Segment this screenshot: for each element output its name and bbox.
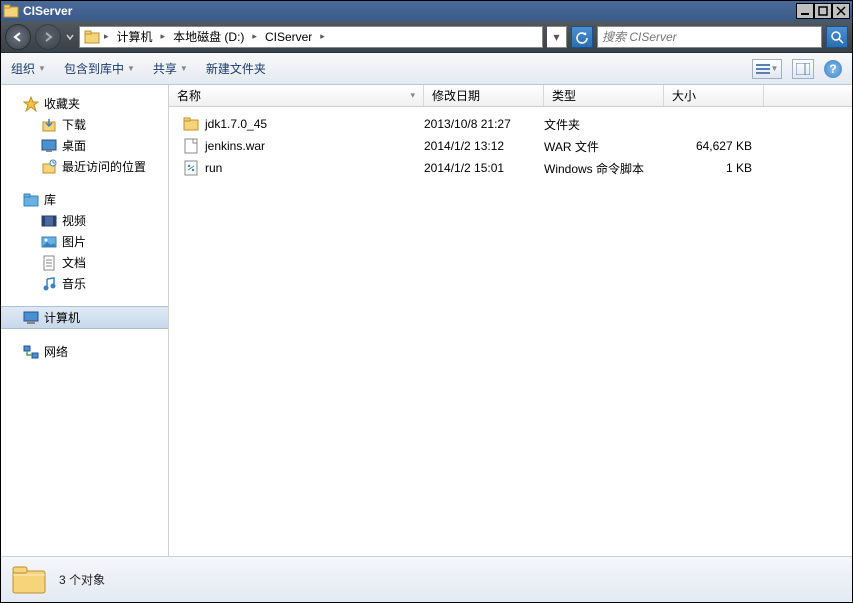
breadcrumb-computer[interactable]: 计算机 (113, 27, 157, 46)
organize-menu[interactable]: 组织▼ (11, 60, 46, 77)
share-menu[interactable]: 共享▼ (153, 60, 188, 77)
column-type[interactable]: 类型 (544, 85, 664, 106)
status-text: 3 个对象 (59, 571, 105, 588)
breadcrumb-folder[interactable]: CIServer (261, 29, 316, 45)
downloads-icon (41, 117, 57, 133)
folder-icon (3, 3, 19, 19)
sidebar: 收藏夹 下载 桌面 最近访问的位置 库 视频 图片 文档 音乐 计算机 网络 (1, 85, 169, 556)
recent-icon (41, 159, 57, 175)
column-size[interactable]: 大小 (664, 85, 764, 106)
sidebar-music[interactable]: 音乐 (1, 273, 168, 294)
sidebar-pictures[interactable]: 图片 (1, 231, 168, 252)
sidebar-network[interactable]: 网络 (1, 341, 168, 362)
status-bar: 3 个对象 (1, 556, 852, 602)
column-name[interactable]: 名称▾ (169, 85, 424, 106)
pictures-icon (41, 234, 57, 250)
network-icon (23, 344, 39, 360)
minimize-button[interactable] (796, 3, 814, 19)
nav-bar: ▸ 计算机 ▸ 本地磁盘 (D:) ▸ CIServer ▸ ▾ (1, 21, 852, 53)
videos-icon (41, 213, 57, 229)
breadcrumb-disk[interactable]: 本地磁盘 (D:) (169, 27, 248, 46)
chevron-right-icon[interactable]: ▸ (161, 31, 166, 42)
chevron-right-icon[interactable]: ▸ (320, 31, 325, 42)
file-size: 64,627 KB (664, 139, 764, 153)
folder-icon (183, 116, 199, 132)
help-button[interactable]: ? (824, 60, 842, 78)
column-date[interactable]: 修改日期 (424, 85, 544, 106)
star-icon (23, 96, 39, 112)
window-title: CIServer (23, 4, 796, 18)
file-date: 2014/1/2 13:12 (424, 139, 544, 153)
file-row[interactable]: run 2014/1/2 15:01Windows 命令脚本1 KB (169, 157, 852, 179)
preview-pane-button[interactable] (792, 59, 814, 79)
sidebar-desktop[interactable]: 桌面 (1, 135, 168, 156)
chevron-right-icon[interactable]: ▸ (252, 31, 257, 42)
folder-icon (84, 29, 100, 45)
sidebar-recent[interactable]: 最近访问的位置 (1, 156, 168, 177)
file-row[interactable]: jdk1.7.0_45 2013/10/8 21:27文件夹 (169, 113, 852, 135)
forward-button[interactable] (35, 24, 61, 50)
maximize-button[interactable] (814, 3, 832, 19)
script-icon (183, 160, 199, 176)
toolbar: 组织▼ 包含到库中▼ 共享▼ 新建文件夹 ▼ ? (1, 53, 852, 85)
refresh-button[interactable] (571, 26, 593, 48)
music-icon (41, 276, 57, 292)
view-options-button[interactable]: ▼ (752, 59, 782, 79)
file-date: 2013/10/8 21:27 (424, 117, 544, 131)
desktop-icon (41, 138, 57, 154)
computer-icon (23, 310, 39, 326)
search-button[interactable] (826, 26, 848, 48)
address-bar[interactable]: ▸ 计算机 ▸ 本地磁盘 (D:) ▸ CIServer ▸ (79, 26, 543, 48)
history-dropdown-icon[interactable] (65, 30, 75, 44)
folder-icon (11, 563, 47, 597)
sidebar-downloads[interactable]: 下载 (1, 114, 168, 135)
file-type: WAR 文件 (544, 138, 664, 155)
file-row[interactable]: jenkins.war 2014/1/2 13:12WAR 文件64,627 KB (169, 135, 852, 157)
address-dropdown[interactable]: ▾ (547, 26, 567, 48)
file-rows: jdk1.7.0_45 2013/10/8 21:27文件夹 jenkins.war… (169, 107, 852, 556)
file-size: 1 KB (664, 161, 764, 175)
include-in-library-menu[interactable]: 包含到库中▼ (64, 60, 135, 77)
file-list-pane: 名称▾ 修改日期 类型 大小 jdk1.7.0_45 2013/10/8 21:2… (169, 85, 852, 556)
documents-icon (41, 255, 57, 271)
sort-dropdown-icon[interactable]: ▾ (410, 90, 415, 101)
sidebar-computer[interactable]: 计算机 (1, 306, 168, 329)
file-type: Windows 命令脚本 (544, 160, 664, 177)
back-button[interactable] (5, 24, 31, 50)
file-date: 2014/1/2 15:01 (424, 161, 544, 175)
new-folder-button[interactable]: 新建文件夹 (206, 60, 266, 77)
sidebar-videos[interactable]: 视频 (1, 210, 168, 231)
file-name: jenkins.war (205, 139, 265, 153)
file-name: run (205, 161, 222, 175)
sidebar-favorites[interactable]: 收藏夹 (1, 93, 168, 114)
libraries-icon (23, 192, 39, 208)
sidebar-libraries[interactable]: 库 (1, 189, 168, 210)
file-name: jdk1.7.0_45 (205, 117, 267, 131)
file-type: 文件夹 (544, 116, 664, 133)
file-icon (183, 138, 199, 154)
close-button[interactable] (832, 3, 850, 19)
sidebar-documents[interactable]: 文档 (1, 252, 168, 273)
search-input[interactable] (597, 26, 822, 48)
column-headers: 名称▾ 修改日期 类型 大小 (169, 85, 852, 107)
chevron-right-icon[interactable]: ▸ (104, 31, 109, 42)
title-bar: CIServer (1, 1, 852, 21)
